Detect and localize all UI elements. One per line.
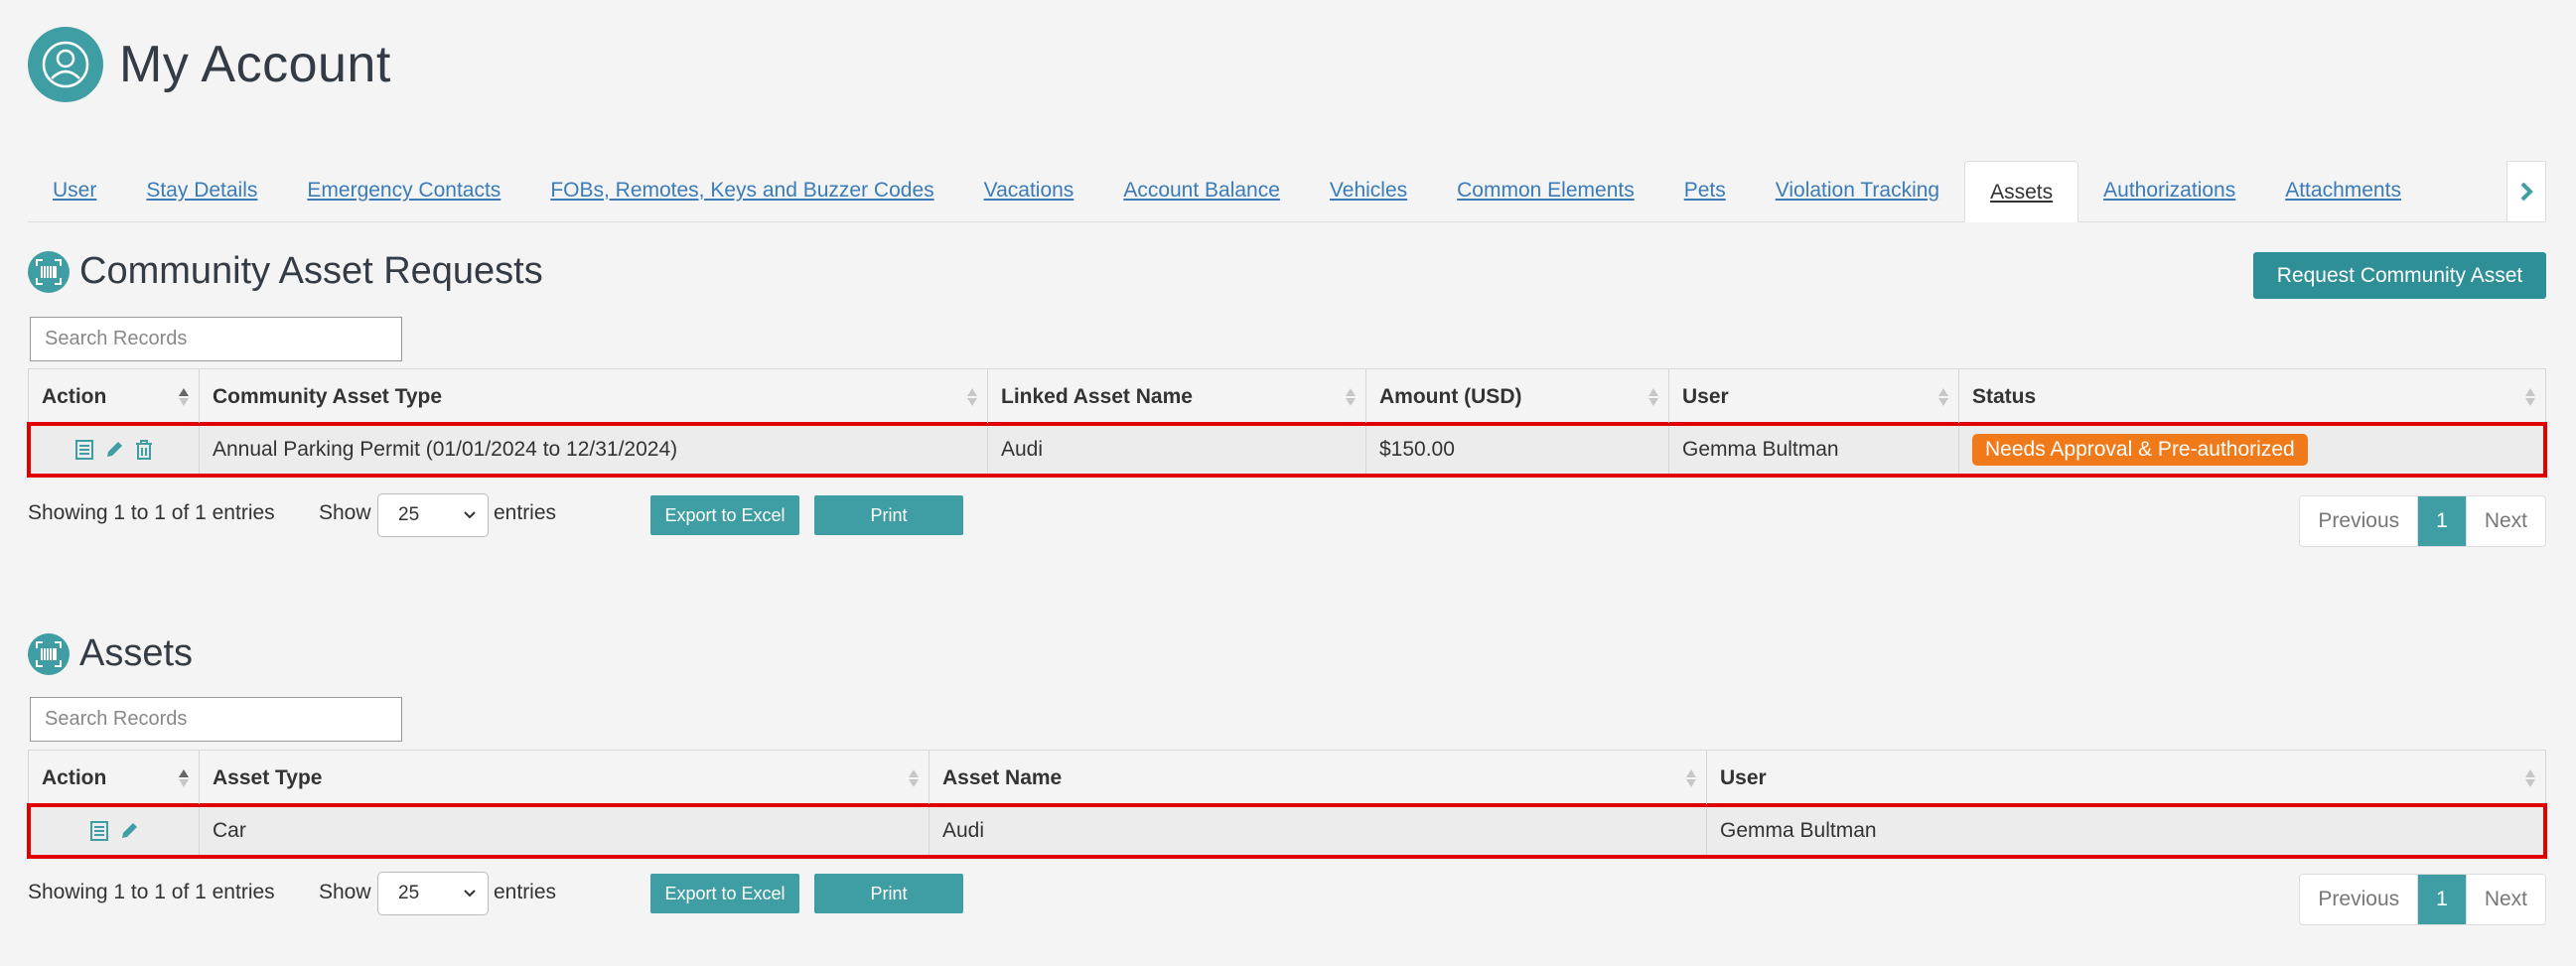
chevron-right-icon (2520, 182, 2533, 202)
page-size-value: 25 (398, 883, 420, 903)
assets-table-info: Showing 1 to 1 of 1 entries (28, 881, 275, 903)
col-asset-name[interactable]: Asset Name (930, 751, 1707, 804)
col-amount[interactable]: Amount (USD) (1366, 369, 1669, 423)
next-page-button[interactable]: Next (2465, 875, 2545, 924)
col-user[interactable]: User (1669, 369, 1959, 423)
page-1-button[interactable]: 1 (2418, 875, 2466, 924)
cell-linked-asset-name: Audi (988, 424, 1366, 476)
show-label: Show (319, 881, 371, 903)
tab-common-elements[interactable]: Common Elements (1432, 160, 1659, 221)
table-row: Annual Parking Permit (01/01/2024 to 12/… (27, 422, 2547, 478)
page-1-button[interactable]: 1 (2418, 496, 2466, 546)
cell-user: Gemma Bultman (1720, 819, 1877, 842)
assets-search-input[interactable] (30, 697, 402, 742)
col-status[interactable]: Status (1959, 369, 2545, 423)
col-linked-asset-name[interactable]: Linked Asset Name (988, 369, 1366, 423)
table-row: Car Audi Gemma Bultman (27, 803, 2547, 859)
status-badge: Needs Approval & Pre-authorized (1972, 434, 2308, 467)
col-action[interactable]: Action (29, 369, 200, 423)
trash-icon[interactable] (133, 439, 155, 461)
user-circle-icon (28, 27, 103, 102)
cell-community-asset-type: Annual Parking Permit (01/01/2024 to 12/… (200, 424, 988, 476)
export-excel-button[interactable]: Export to Excel (650, 874, 799, 913)
requests-pagination: Previous 1 Next (2299, 495, 2546, 547)
previous-page-button[interactable]: Previous (2300, 875, 2419, 924)
col-community-asset-type[interactable]: Community Asset Type (200, 369, 988, 423)
cell-asset-type: Car (200, 805, 930, 857)
row-actions (29, 424, 200, 476)
page-size-value: 25 (398, 504, 420, 525)
chevron-down-icon (464, 890, 476, 897)
row-actions (29, 805, 200, 857)
requests-table: Action Community Asset Type Linked Asset… (27, 368, 2547, 478)
edit-icon[interactable] (103, 439, 125, 461)
col-user[interactable]: User (1707, 751, 2545, 804)
assets-table: Action Asset Type Asset Name User Car Au… (27, 750, 2547, 859)
tab-emergency-contacts[interactable]: Emergency Contacts (282, 160, 525, 221)
tab-assets[interactable]: Assets (1964, 161, 2079, 222)
entries-label: entries (494, 881, 557, 903)
tab-pets[interactable]: Pets (1659, 160, 1751, 221)
asset-scan-icon (28, 250, 70, 293)
sort-icon (967, 386, 977, 408)
tabs-scroll-right-button[interactable] (2506, 161, 2546, 222)
print-button[interactable]: Print (814, 874, 963, 913)
sort-icon (1686, 767, 1696, 789)
requests-table-info: Showing 1 to 1 of 1 entries (28, 501, 275, 524)
tab-vacations[interactable]: Vacations (959, 160, 1099, 221)
cell-amount: $150.00 (1366, 424, 1669, 476)
export-excel-button[interactable]: Export to Excel (650, 495, 799, 535)
tab-violation-tracking[interactable]: Violation Tracking (1751, 160, 1964, 221)
sort-icon (1648, 386, 1658, 408)
tab-vehicles[interactable]: Vehicles (1305, 160, 1432, 221)
assets-section-header: Assets (28, 632, 193, 675)
print-button[interactable]: Print (814, 495, 963, 535)
tab-fobs-remotes-keys[interactable]: FOBs, Remotes, Keys and Buzzer Codes (525, 160, 958, 221)
details-icon[interactable] (88, 820, 110, 842)
details-icon[interactable] (73, 439, 95, 461)
sort-icon (909, 767, 919, 789)
sort-icon (179, 386, 189, 408)
page-title: My Account (119, 36, 391, 93)
sort-icon (1346, 386, 1356, 408)
requests-page-size-select[interactable]: 25 (377, 493, 489, 537)
entries-label: entries (494, 501, 557, 524)
table-header: Action Community Asset Type Linked Asset… (29, 369, 2545, 424)
show-label: Show (319, 501, 371, 524)
account-tabs: User Stay Details Emergency Contacts FOB… (28, 161, 2546, 222)
sort-icon (2525, 767, 2535, 789)
tab-user[interactable]: User (28, 160, 121, 221)
col-asset-type[interactable]: Asset Type (200, 751, 930, 804)
request-community-asset-button[interactable]: Request Community Asset (2253, 252, 2546, 299)
assets-pagination: Previous 1 Next (2299, 874, 2546, 925)
col-action[interactable]: Action (29, 751, 200, 804)
assets-page-size-select[interactable]: 25 (377, 872, 489, 915)
cell-asset-name: Audi (930, 805, 1707, 857)
tab-attachments[interactable]: Attachments (2260, 160, 2426, 221)
requests-section-header: Community Asset Requests (28, 250, 543, 293)
asset-scan-icon (28, 632, 70, 675)
tab-authorizations[interactable]: Authorizations (2078, 160, 2260, 221)
edit-icon[interactable] (118, 820, 140, 842)
chevron-down-icon (464, 511, 476, 519)
requests-title: Community Asset Requests (79, 250, 543, 292)
tab-stay-details[interactable]: Stay Details (121, 160, 282, 221)
sort-icon (1938, 386, 1948, 408)
sort-icon (2525, 386, 2535, 408)
page-header: My Account (28, 27, 391, 102)
cell-status: Needs Approval & Pre-authorized (1959, 424, 2545, 476)
tab-account-balance[interactable]: Account Balance (1098, 160, 1305, 221)
sort-icon (179, 767, 189, 789)
requests-search-input[interactable] (30, 317, 402, 361)
cell-user: Gemma Bultman (1669, 424, 1959, 476)
assets-title: Assets (79, 632, 194, 674)
table-header: Action Asset Type Asset Name User (29, 751, 2545, 805)
next-page-button[interactable]: Next (2465, 496, 2545, 546)
previous-page-button[interactable]: Previous (2300, 496, 2419, 546)
